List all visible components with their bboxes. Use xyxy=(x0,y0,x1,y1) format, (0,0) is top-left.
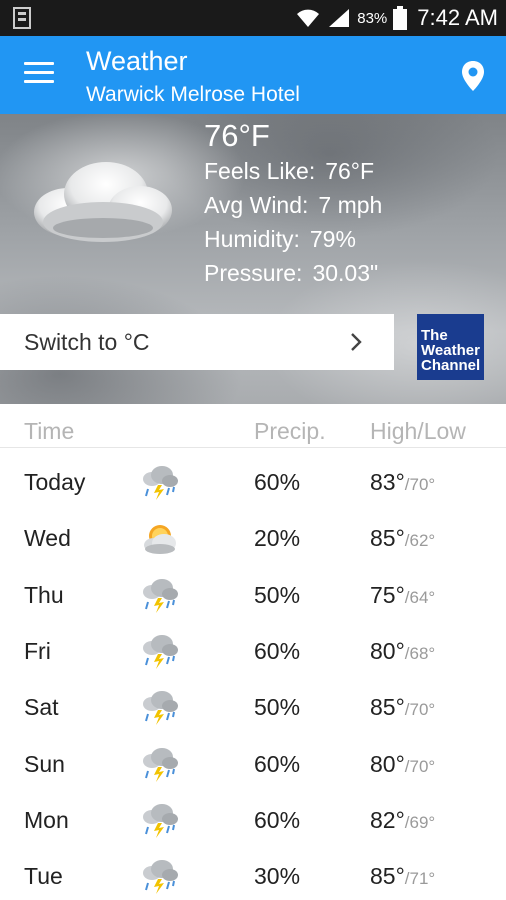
header-high-low: High/Low xyxy=(370,418,466,444)
forecast-high-low: 75°/64° xyxy=(370,582,435,609)
app-title: Weather xyxy=(86,46,188,76)
forecast-row[interactable]: Wed 20% 85°/62° xyxy=(0,511,506,567)
weather-channel-logo[interactable]: The Weather Channel xyxy=(417,314,484,380)
forecast-high: 85° xyxy=(370,525,405,552)
forecast-low: /70° xyxy=(404,700,436,720)
chevron-right-icon xyxy=(351,333,362,351)
forecast-precip: 60% xyxy=(254,806,301,833)
thunderstorm-icon xyxy=(143,691,178,726)
location-name[interactable]: Warwick Melrose Hotel xyxy=(86,83,300,107)
logo-line-1: The xyxy=(421,327,448,344)
logo-line-3: Channel xyxy=(421,357,481,374)
forecast-precip: 20% xyxy=(254,525,301,552)
switch-units-label: Switch to °C xyxy=(24,328,150,355)
clock: 7:42 AM xyxy=(417,5,498,30)
feels-like-row: Feels Like: 76°F xyxy=(204,158,374,185)
forecast-precip: 60% xyxy=(254,637,301,664)
humidity-label: Humidity: xyxy=(204,226,300,252)
forecast-header: Time Precip. High/Low xyxy=(0,404,506,448)
avg-wind-row: Avg Wind: 7 mph xyxy=(204,192,382,219)
forecast-precip: 50% xyxy=(254,694,301,721)
forecast-high: 85° xyxy=(370,694,405,721)
switch-units-button[interactable]: Switch to °C xyxy=(0,314,394,370)
forecast-high: 80° xyxy=(370,637,405,664)
forecast-day: Mon xyxy=(24,806,69,833)
wifi-icon xyxy=(297,9,320,27)
forecast-day: Today xyxy=(24,469,86,495)
pressure-value: 30.03" xyxy=(312,260,379,286)
avg-wind-label: Avg Wind: xyxy=(204,192,309,218)
forecast-high-low: 82°/69° xyxy=(370,807,435,834)
forecast-high-low: 83°/70° xyxy=(370,469,435,496)
current-temperature: 76°F xyxy=(204,118,270,153)
status-bar: 83% 7:42 AM xyxy=(0,0,506,36)
forecast-day: Sat xyxy=(24,694,59,721)
forecast-row[interactable]: Today 60% 83°/70° xyxy=(0,455,506,511)
thunderstorm-icon xyxy=(143,747,178,782)
forecast-high: 83° xyxy=(370,469,405,495)
thunderstorm-icon xyxy=(143,803,178,838)
battery-icon xyxy=(393,6,408,30)
app-bar: Weather Warwick Melrose Hotel xyxy=(0,36,506,114)
thunderstorm-icon xyxy=(143,634,178,669)
forecast-high: 85° xyxy=(370,863,405,890)
forecast-low: /70° xyxy=(404,475,436,494)
forecast-high-low: 85°/62° xyxy=(370,525,435,552)
feels-like-label: Feels Like: xyxy=(204,158,316,184)
forecast-precip: 30% xyxy=(254,863,301,890)
forecast-high: 80° xyxy=(370,750,405,777)
forecast-row[interactable]: Fri 60% 80°/68° xyxy=(0,624,506,680)
signal-icon xyxy=(329,9,350,27)
hamburger-menu-icon[interactable] xyxy=(24,62,54,88)
forecast-high-low: 85°/70° xyxy=(370,694,435,721)
pressure-row: Pressure: 30.03" xyxy=(204,260,378,287)
header-time: Time xyxy=(24,418,75,444)
forecast-day: Tue xyxy=(24,863,63,890)
humidity-row: Humidity: 79% xyxy=(204,226,356,253)
forecast-low: /68° xyxy=(404,643,436,663)
forecast-high-low: 80°/68° xyxy=(370,638,435,665)
forecast-row[interactable]: Sat 50% 85°/70° xyxy=(0,680,506,736)
avg-wind-value: 7 mph xyxy=(318,192,383,218)
cloudy-icon xyxy=(34,162,172,242)
forecast-precip: 60% xyxy=(254,469,301,495)
forecast-day: Thu xyxy=(24,581,64,608)
forecast-row[interactable]: Mon 60% 82°/69° xyxy=(0,793,506,849)
forecast-low: /62° xyxy=(404,531,436,551)
forecast-row[interactable]: Sun 60% 80°/70° xyxy=(0,737,506,793)
thunderstorm-icon xyxy=(143,578,178,613)
forecast-low: /64° xyxy=(404,587,436,607)
location-pin-icon[interactable] xyxy=(460,60,486,92)
logo-line-2: Weather xyxy=(421,342,480,359)
forecast-high: 82° xyxy=(370,806,405,833)
forecast-high-low: 85°/71° xyxy=(370,863,435,890)
notification-icon xyxy=(13,7,31,29)
feels-like-value: 76°F xyxy=(325,158,375,184)
forecast-low: /69° xyxy=(404,812,436,832)
forecast-day: Fri xyxy=(24,637,51,664)
pressure-label: Pressure: xyxy=(204,260,303,286)
forecast-day: Sun xyxy=(24,750,65,777)
header-precip: Precip. xyxy=(254,418,326,444)
forecast-row[interactable]: Tue 30% 85°/71° xyxy=(0,849,506,900)
forecast-high: 75° xyxy=(370,581,405,608)
partly-cloudy-icon xyxy=(144,525,176,555)
forecast-precip: 50% xyxy=(254,581,301,608)
thunderstorm-icon xyxy=(143,860,178,895)
thunderstorm-icon xyxy=(143,466,178,500)
forecast-low: /70° xyxy=(404,756,436,776)
battery-percent: 83% xyxy=(357,9,388,27)
forecast-day: Wed xyxy=(24,525,71,552)
forecast-high-low: 80°/70° xyxy=(370,751,435,778)
forecast-row[interactable]: Thu 50% 75°/64° xyxy=(0,568,506,624)
forecast-low: /71° xyxy=(404,869,436,889)
forecast-precip: 60% xyxy=(254,750,301,777)
current-conditions-panel: 76°F Feels Like: 76°F Avg Wind: 7 mph Humi… xyxy=(0,114,506,404)
humidity-value: 79% xyxy=(309,226,356,252)
